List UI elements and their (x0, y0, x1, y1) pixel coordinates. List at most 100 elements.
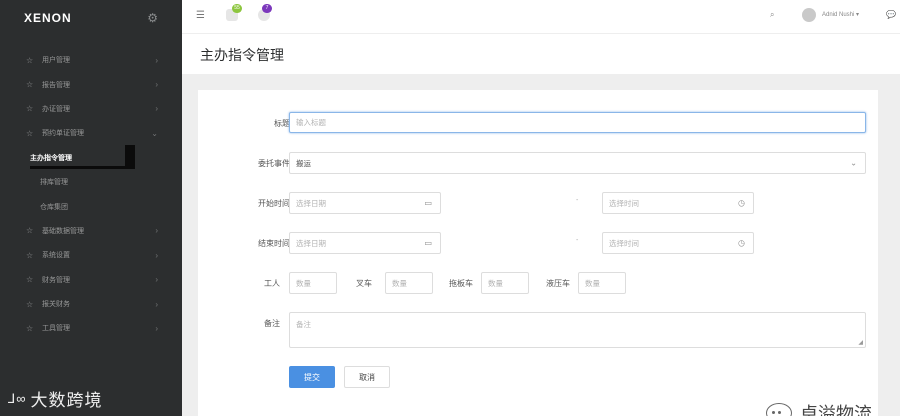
main-content: 主办指令管理 标题 输入标题 委托事件 搬运 ⌄ 开始时间 选择日期 ▭ - 选… (182, 34, 900, 416)
sidebar-subitem-label: 仓库集团 (40, 203, 68, 211)
chevron-right-icon: › (155, 323, 158, 333)
hydraulic-label: 液压车 (546, 279, 570, 288)
sidebar-item-report-management[interactable]: ☆ 报告管理 › (0, 72, 182, 96)
sidebar-item-label: 系统设置 (42, 252, 70, 260)
gear-icon[interactable]: ⚙ (147, 11, 158, 25)
sidebar-subitem-label: 排库管理 (40, 179, 68, 187)
notifications-badge: 7 (262, 4, 272, 13)
range-separator: - (576, 237, 579, 244)
watermark-right-text: 卓溢物流 (800, 404, 872, 416)
chevron-right-icon: › (155, 80, 158, 90)
star-icon: ☆ (26, 80, 34, 90)
search-icon[interactable]: ⌕ (770, 10, 774, 20)
star-icon: ☆ (26, 323, 34, 333)
star-icon: ☆ (26, 299, 34, 309)
sidebar-item-label: 报告管理 (42, 81, 70, 89)
end-time-input[interactable]: 选择时间 ◷ (602, 232, 754, 254)
sidebar-item-label: 工具管理 (42, 325, 70, 333)
sidebar-subitem-warehouse[interactable]: 仓库集团 (0, 194, 182, 218)
star-icon: ☆ (26, 226, 34, 236)
sidebar-item-label: 用户管理 (42, 57, 70, 65)
clock-icon: ◷ (738, 198, 745, 208)
chevron-down-icon: ⌄ (151, 128, 158, 138)
forklift-label: 叉车 (356, 279, 372, 288)
avatar[interactable] (802, 8, 816, 22)
cancel-button[interactable]: 取消 (344, 366, 390, 388)
sidebar-item-license-management[interactable]: ☆ 办证管理 › (0, 97, 182, 121)
entrust-label: 委托事件 (258, 159, 290, 168)
sidebar: XENON ⚙ ☆ 用户管理 › ☆ 报告管理 › ☆ 办证管理 › ☆ 预约单… (0, 0, 182, 416)
start-date-placeholder: 选择日期 (296, 198, 326, 208)
watermark-left-mark: ⅃∞ (8, 390, 27, 406)
sidebar-item-label: 报关财务 (42, 301, 70, 309)
hamburger-menu-icon[interactable]: ☰ (196, 10, 205, 21)
user-menu[interactable]: Adnid Nushi ▾ (822, 11, 859, 18)
watermark-right: 卓溢物流 (766, 400, 872, 416)
star-icon: ☆ (26, 55, 34, 65)
watermark-left-text: 大数跨境 (30, 391, 103, 410)
trailer-qty-placeholder: 数量 (488, 278, 503, 288)
sidebar-item-booking-management[interactable]: ☆ 预约单证管理 ⌄ (0, 121, 182, 145)
messages-badge: 55 (232, 4, 242, 13)
sidebar-item-label: 预约单证管理 (42, 130, 84, 138)
sidebar-item-tools[interactable]: ☆ 工具管理 › (0, 316, 182, 340)
sidebar-item-system-settings[interactable]: ☆ 系统设置 › (0, 243, 182, 267)
sidebar-item-customs-finance[interactable]: ☆ 报关财务 › (0, 292, 182, 316)
end-time-placeholder: 选择时间 (609, 238, 639, 248)
resize-handle-icon[interactable]: ◢ (858, 339, 863, 346)
start-date-input[interactable]: 选择日期 ▭ (289, 192, 441, 214)
start-time-input[interactable]: 选择时间 ◷ (602, 192, 754, 214)
chevron-right-icon: › (155, 275, 158, 285)
worker-qty-placeholder: 数量 (296, 278, 311, 288)
chevron-down-icon: ⌄ (850, 158, 857, 168)
star-icon: ☆ (26, 104, 34, 114)
sidebar-item-user-management[interactable]: ☆ 用户管理 › (0, 48, 182, 72)
entrust-select[interactable]: 搬运 ⌄ (289, 152, 866, 174)
submit-button[interactable]: 提交 (289, 366, 335, 388)
sidebar-subitem-label: 主办指令管理 (30, 154, 72, 162)
brand-logo[interactable]: XENON (24, 11, 72, 25)
topbar: ☰ 55 7 ⌕ Adnid Nushi ▾ 💬 (182, 0, 900, 34)
sidebar-brand: XENON ⚙ (0, 0, 182, 36)
trailer-label: 拖板车 (449, 279, 473, 288)
sidebar-item-label: 财务管理 (42, 276, 70, 284)
start-time-placeholder: 选择时间 (609, 198, 639, 208)
chevron-right-icon: › (155, 299, 158, 309)
forklift-qty-placeholder: 数量 (392, 278, 407, 288)
range-separator: - (576, 197, 579, 204)
end-date-input[interactable]: 选择日期 ▭ (289, 232, 441, 254)
clock-icon: ◷ (738, 238, 745, 248)
chat-icon[interactable]: 💬 (886, 10, 896, 19)
chevron-right-icon: › (155, 104, 158, 114)
star-icon: ☆ (26, 275, 34, 285)
end-time-label: 结束时间 (258, 239, 290, 248)
remark-placeholder: 备注 (296, 320, 311, 329)
title-label: 标题 (274, 119, 290, 128)
title-input[interactable]: 输入标题 (289, 112, 866, 133)
page-header: 主办指令管理 (182, 34, 900, 74)
form-panel: 标题 输入标题 委托事件 搬运 ⌄ 开始时间 选择日期 ▭ - 选择时间 ◷ 结 (198, 90, 878, 416)
sidebar-item-finance[interactable]: ☆ 财务管理 › (0, 268, 182, 292)
entrust-value: 搬运 (296, 158, 311, 168)
sidebar-item-label: 办证管理 (42, 105, 70, 113)
hydraulic-qty-placeholder: 数量 (585, 278, 600, 288)
active-indicator-underline (30, 166, 135, 169)
sidebar-item-label: 基础数据管理 (42, 227, 84, 235)
end-date-placeholder: 选择日期 (296, 238, 326, 248)
start-time-label: 开始时间 (258, 199, 290, 208)
sidebar-menu: ☆ 用户管理 › ☆ 报告管理 › ☆ 办证管理 › ☆ 预约单证管理 ⌄ 主办… (0, 48, 182, 341)
page-title: 主办指令管理 (200, 47, 284, 63)
hydraulic-qty-input[interactable]: 数量 (578, 272, 626, 294)
chevron-right-icon: › (155, 55, 158, 65)
worker-label: 工人 (264, 279, 280, 288)
star-icon: ☆ (26, 128, 34, 138)
calendar-icon: ▭ (424, 238, 432, 248)
app-root: XENON ⚙ ☆ 用户管理 › ☆ 报告管理 › ☆ 办证管理 › ☆ 预约单… (0, 0, 900, 416)
remark-textarea[interactable]: 备注 ◢ (289, 312, 866, 348)
watermark-left: ⅃∞ 大数跨境 (8, 386, 103, 411)
sidebar-subitem-storage[interactable]: 排库管理 (0, 170, 182, 194)
sidebar-item-basic-data[interactable]: ☆ 基础数据管理 › (0, 219, 182, 243)
wechat-icon (766, 403, 792, 416)
star-icon: ☆ (26, 250, 34, 260)
chevron-right-icon: › (155, 226, 158, 236)
